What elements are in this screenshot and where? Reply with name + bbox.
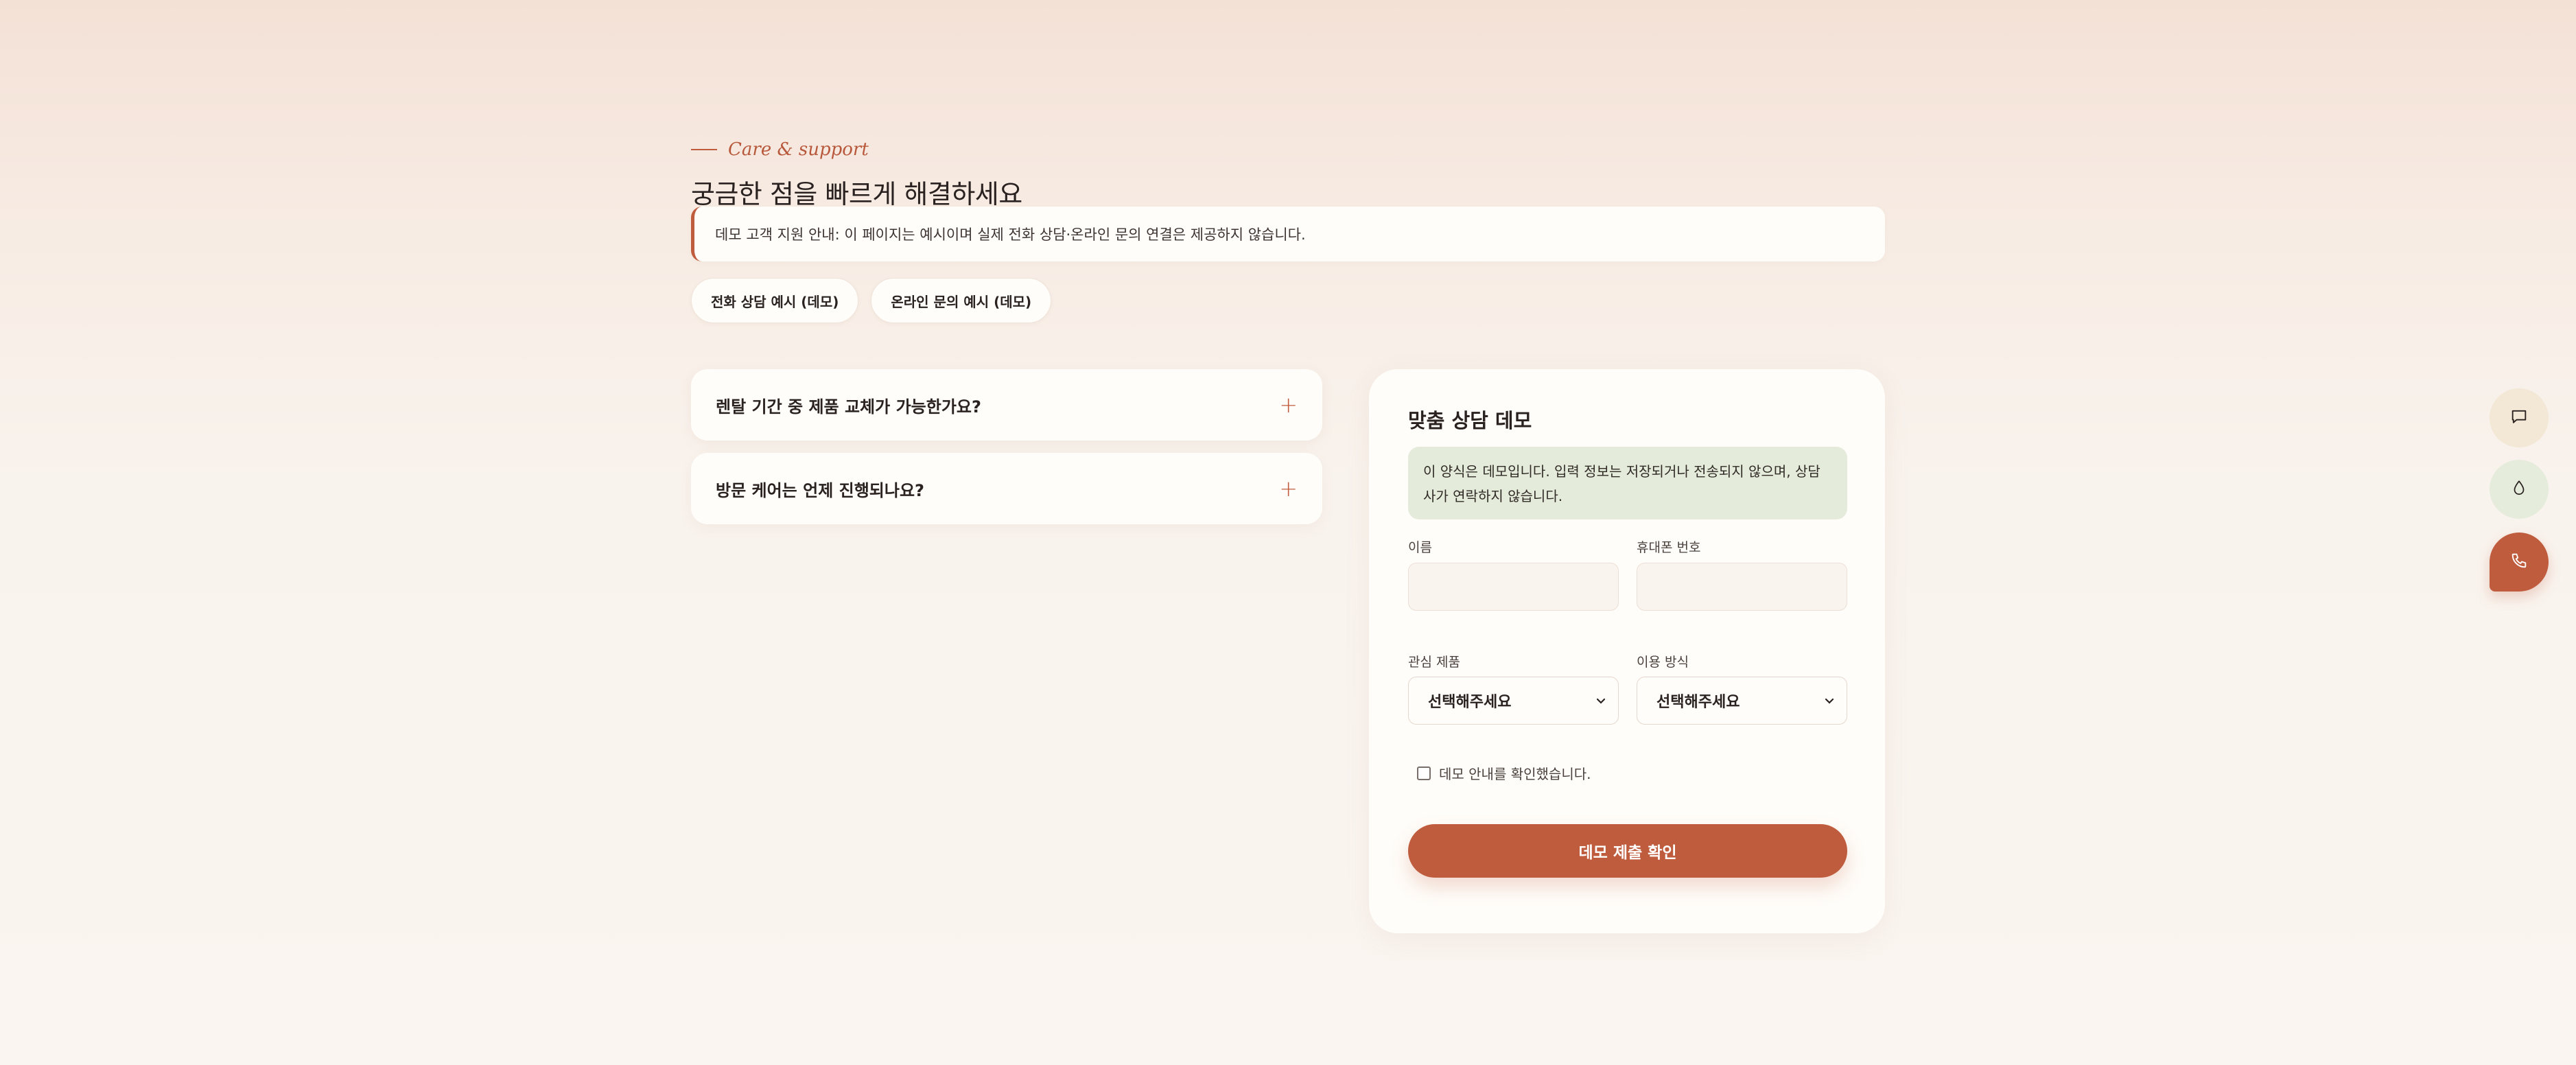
method-select[interactable]: 선택해주세요 bbox=[1637, 677, 1847, 725]
phone-label: 휴대폰 번호 bbox=[1637, 540, 1701, 555]
plus-icon: + bbox=[1279, 476, 1298, 502]
faq-question: 렌탈 기간 중 제품 교체가 가능한가요? bbox=[716, 397, 981, 417]
chat-icon bbox=[2509, 407, 2529, 429]
eyebrow-line bbox=[691, 149, 717, 150]
demo-notice-banner: 데모 고객 지원 안내: 이 페이지는 예시이며 실제 전화 상담·온라인 문의… bbox=[691, 207, 1885, 261]
confirm-label: 데모 안내를 확인했습니다. bbox=[1439, 766, 1591, 782]
plus-icon: + bbox=[1279, 392, 1298, 418]
form-demo-notice: 이 양식은 데모입니다. 입력 정보는 저장되거나 전송되지 않으며, 상담사가… bbox=[1408, 447, 1847, 519]
confirm-row: 데모 안내를 확인했습니다. bbox=[1417, 763, 1591, 783]
form-title: 맞춤 상담 데모 bbox=[1408, 409, 1532, 432]
product-select[interactable]: 선택해주세요 bbox=[1408, 677, 1619, 725]
online-inquiry-chip[interactable]: 온라인 문의 예시 (데모) bbox=[871, 278, 1052, 323]
phone-consult-chip[interactable]: 전화 상담 예시 (데모) bbox=[691, 278, 859, 323]
name-input[interactable] bbox=[1408, 563, 1619, 611]
product-select-value: 선택해주세요 bbox=[1428, 694, 1512, 711]
water-drop-icon bbox=[2510, 478, 2528, 500]
water-fab-button[interactable] bbox=[2490, 460, 2549, 519]
faq-item-replacement[interactable]: 렌탈 기간 중 제품 교체가 가능한가요? + bbox=[691, 369, 1322, 441]
eyebrow: Care & support bbox=[691, 139, 869, 160]
faq-question: 방문 케어는 언제 진행되나요? bbox=[716, 480, 924, 500]
eyebrow-text: Care & support bbox=[728, 139, 869, 160]
phone-icon bbox=[2509, 551, 2529, 573]
product-label: 관심 제품 bbox=[1408, 655, 1460, 670]
phone-fab-button[interactable] bbox=[2490, 532, 2549, 592]
contact-chips: 전화 상담 예시 (데모) 온라인 문의 예시 (데모) bbox=[691, 278, 1052, 323]
submit-button[interactable]: 데모 제출 확인 bbox=[1408, 824, 1847, 878]
faq-item-visit-care[interactable]: 방문 케어는 언제 진행되나요? + bbox=[691, 453, 1322, 524]
confirm-checkbox[interactable] bbox=[1417, 766, 1431, 780]
page-title: 궁금한 점을 빠르게 해결하세요 bbox=[691, 179, 1022, 209]
method-label: 이용 방식 bbox=[1637, 655, 1689, 670]
phone-input[interactable] bbox=[1637, 563, 1847, 611]
consult-form-card: 맞춤 상담 데모 이 양식은 데모입니다. 입력 정보는 저장되거나 전송되지 … bbox=[1369, 369, 1885, 933]
chevron-down-icon bbox=[1596, 694, 1606, 708]
method-select-value: 선택해주세요 bbox=[1656, 694, 1740, 711]
chevron-down-icon bbox=[1825, 694, 1834, 708]
name-label: 이름 bbox=[1408, 540, 1432, 555]
chat-fab-button[interactable] bbox=[2490, 388, 2549, 447]
